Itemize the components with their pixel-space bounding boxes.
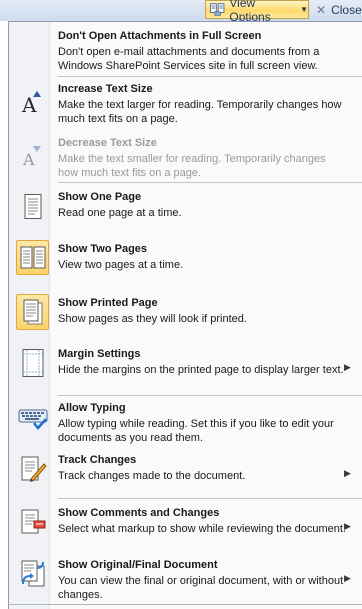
menu-item-track-changes[interactable]: Track Changes Track changes made to the … — [9, 450, 362, 500]
view-options-button[interactable]: View Options ▼ — [205, 0, 309, 24]
menu-item-margin-settings[interactable]: Margin Settings Hide the margins on the … — [9, 344, 362, 394]
menu-item-show-two-pages[interactable]: Show Two Pages View two pages at a time. — [9, 238, 362, 288]
reading-toolbar: View Options ▼ ✕ Close — [0, 0, 362, 24]
track-changes-icon — [16, 452, 49, 485]
view-options-icon — [210, 3, 225, 16]
menu-item-description: Hide the margins on the printed page to … — [58, 364, 344, 376]
menu-item-description: You can view the final or original docum… — [58, 575, 344, 601]
submenu-arrow-icon: ▶ — [344, 521, 351, 531]
menu-item-increase-text-size[interactable]: A Increase Text Size Make the text large… — [9, 79, 362, 129]
close-label: Close — [331, 2, 362, 17]
submenu-arrow-icon: ▶ — [344, 573, 351, 583]
menu-separator — [58, 182, 362, 183]
menu-separator — [58, 498, 362, 499]
menu-separator — [58, 76, 362, 77]
menu-item-show-printed-page[interactable]: Show Printed Page Show pages as they wil… — [9, 292, 362, 342]
increase-text-size-icon: A — [16, 85, 49, 118]
submenu-arrow-icon: ▶ — [344, 468, 351, 478]
submenu-arrow-icon: ▶ — [344, 362, 351, 372]
menu-bottom-border — [8, 604, 362, 605]
menu-item-title: Show Printed Page — [58, 297, 158, 309]
view-options-menu: Don't Open Attachments in Full Screen Do… — [8, 21, 362, 609]
close-button[interactable]: ✕ Close — [312, 0, 362, 19]
menu-item-allow-typing[interactable]: Allow Typing Allow typing while reading.… — [9, 398, 362, 446]
menu-item-show-one-page[interactable]: Show One Page Read one page at a time. — [9, 186, 362, 234]
menu-item-description: Show pages as they will look if printed. — [58, 313, 247, 325]
menu-item-description: Don't open e-mail attachments and docume… — [58, 46, 320, 72]
printed-page-icon — [16, 294, 49, 330]
comments-changes-icon — [16, 505, 49, 538]
one-page-icon — [16, 190, 49, 223]
menu-item-description: Select what markup to show while reviewi… — [58, 523, 346, 535]
menu-item-title: Show Comments and Changes — [58, 507, 220, 519]
decrease-text-size-icon: A — [16, 139, 49, 172]
menu-item-description: View two pages at a time. — [58, 259, 184, 271]
menu-item-title: Decrease Text Size — [58, 137, 157, 149]
menu-item-description: Make the text larger for reading. Tempor… — [58, 99, 342, 125]
svg-text:A: A — [21, 93, 37, 115]
menu-item-show-comments-and-changes[interactable]: Show Comments and Changes Select what ma… — [9, 501, 362, 553]
menu-item-description: Track changes made to the document. — [58, 470, 246, 482]
close-x-icon: ✕ — [316, 2, 327, 17]
margin-settings-icon — [16, 346, 49, 379]
original-final-document-icon — [16, 557, 49, 590]
svg-text:A: A — [22, 150, 35, 169]
menu-item-title: Show Two Pages — [58, 243, 148, 255]
menu-item-title: Allow Typing — [58, 402, 126, 414]
menu-item-title: Track Changes — [58, 454, 137, 466]
menu-item-title: Margin Settings — [58, 348, 141, 360]
menu-item-title: Don't Open Attachments in Full Screen — [58, 30, 262, 42]
chevron-down-icon: ▼ — [300, 5, 308, 14]
menu-item-title: Show Original/Final Document — [58, 559, 218, 571]
menu-item-description: Read one page at a time. — [58, 207, 182, 219]
two-pages-icon — [16, 240, 49, 275]
menu-separator — [58, 395, 362, 396]
menu-item-decrease-text-size: A Decrease Text Size Make the text small… — [9, 133, 362, 181]
view-options-label: View Options — [229, 0, 271, 24]
menu-item-title: Show One Page — [58, 191, 142, 203]
menu-item-title: Increase Text Size — [58, 83, 153, 95]
menu-item-dont-open-attachments[interactable]: Don't Open Attachments in Full Screen Do… — [9, 26, 362, 76]
menu-item-show-original-final-document[interactable]: Show Original/Final Document You can vie… — [9, 555, 362, 607]
menu-item-description: Make the text smaller for reading. Tempo… — [58, 153, 326, 179]
menu-item-description: Allow typing while reading. Set this if … — [58, 418, 334, 444]
keyboard-icon — [16, 402, 49, 435]
